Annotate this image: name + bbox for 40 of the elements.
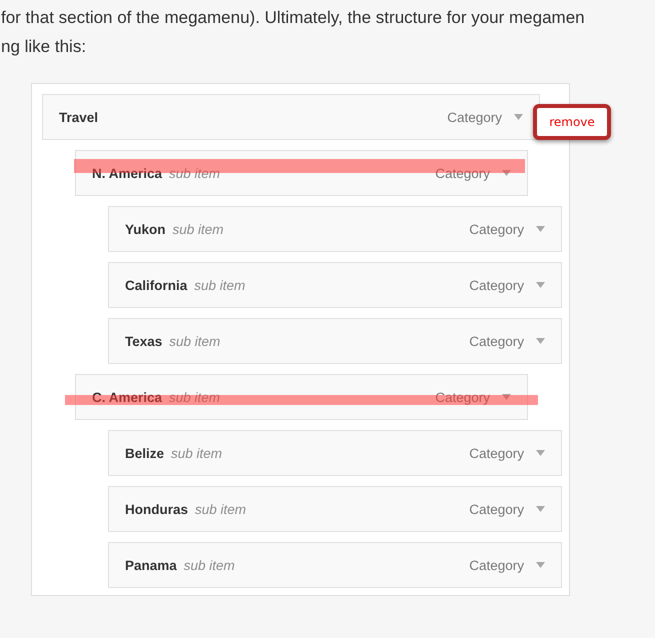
item-note: sub item (194, 278, 246, 292)
item-type: Category (469, 334, 524, 348)
item-title: California (125, 278, 188, 292)
caret-icon[interactable] (502, 170, 511, 176)
caret-icon[interactable] (536, 506, 545, 512)
remove-button[interactable]: remove (533, 104, 611, 140)
menu-item[interactable]: Yukon sub item Category (108, 206, 562, 252)
item-type: Category (469, 502, 524, 516)
item-title: Panama (125, 558, 177, 572)
caret-icon[interactable] (514, 114, 523, 120)
item-type: Category (469, 558, 524, 572)
item-type: Category (469, 278, 524, 292)
item-note: sub item (195, 502, 246, 516)
item-note: sub item (184, 558, 235, 572)
menu-item[interactable]: Travel Category (42, 94, 540, 140)
intro-text: for that section of the megamenu). Ultimately, the structure for your megamen (0, 7, 586, 29)
menu-item[interactable]: Panama sub item Category (108, 542, 562, 588)
intro-text: ng like this: (0, 36, 88, 58)
item-title: Belize (125, 446, 164, 460)
item-title: Honduras (125, 502, 188, 516)
item-type: Category (469, 446, 524, 460)
item-note: sub item (169, 334, 220, 348)
caret-icon[interactable] (536, 338, 545, 344)
item-type: Category (469, 222, 524, 236)
caret-icon[interactable] (536, 226, 545, 232)
item-note: sub item (171, 446, 222, 460)
item-note: sub item (172, 222, 224, 236)
menu-item[interactable]: Honduras sub item Category (108, 486, 562, 532)
caret-icon[interactable] (536, 282, 545, 288)
item-title: Texas (125, 334, 162, 348)
menu-item[interactable]: California sub item Category (108, 262, 562, 308)
item-type: Category (447, 110, 502, 124)
item-title: N. America (92, 166, 162, 180)
caret-icon[interactable] (536, 450, 545, 456)
caret-icon[interactable] (536, 562, 545, 568)
caret-icon[interactable] (502, 394, 511, 400)
item-title: Yukon (125, 222, 166, 236)
menu-item[interactable]: Belize sub item Category (108, 430, 562, 476)
item-title: Travel (59, 110, 98, 124)
menu-item[interactable]: Texas sub item Category (108, 318, 562, 364)
